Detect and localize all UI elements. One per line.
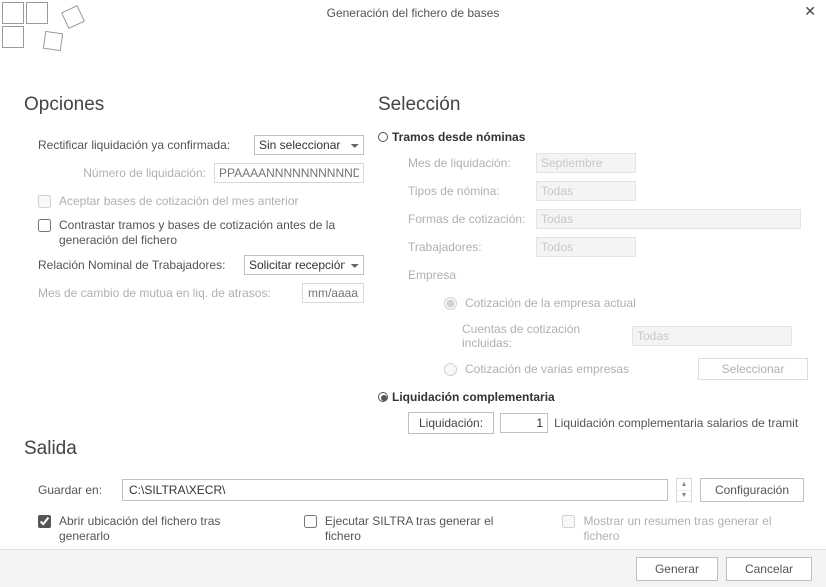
guardar-en-input[interactable]: C:\SILTRA\XECR\ [122, 479, 668, 501]
aceptar-bases-checkbox: Aceptar bases de cotización del mes ante… [38, 194, 298, 209]
rectificar-label: Rectificar liquidación ya confirmada: [38, 138, 230, 152]
liquidacion-num-input[interactable] [500, 413, 548, 433]
abrir-ubicacion-checkbox[interactable]: Abrir ubicación del fichero tras generar… [38, 514, 268, 544]
formas-cot-label: Formas de cotización: [408, 212, 536, 226]
liquidacion-desc: Liquidación complementaria salarios de t… [554, 416, 798, 430]
tipos-nomina-label: Tipos de nómina: [408, 184, 536, 198]
formas-cot-select: Todas [536, 209, 801, 229]
cot-empresa-actual-radio: Cotización de la empresa actual [444, 296, 636, 310]
liquidacion-button[interactable]: Liquidación: [408, 412, 494, 434]
path-spinner: ▲ ▼ [676, 478, 692, 502]
generar-button[interactable]: Generar [636, 557, 718, 581]
mes-mutua-input [302, 283, 364, 303]
trabajadores-select: Todos [536, 237, 636, 257]
mes-mutua-label: Mes de cambio de mutua en liq. de atraso… [38, 286, 271, 300]
cancelar-button[interactable]: Cancelar [726, 557, 812, 581]
liquidacion-complementaria-radio[interactable]: Liquidación complementaria [378, 390, 808, 404]
mes-liq-label: Mes de liquidación: [408, 156, 536, 170]
rnt-select[interactable]: Solicitar recepción [244, 255, 364, 275]
dialog-footer: Generar Cancelar [0, 549, 826, 587]
mes-liq-select: Septiembre [536, 153, 636, 173]
salida-heading: Salida [24, 438, 804, 460]
cuentas-cot-label: Cuentas de cotización incluidas: [462, 322, 632, 350]
opciones-heading: Opciones [24, 94, 364, 116]
numero-liquidacion-label: Número de liquidación: [83, 166, 206, 180]
configuracion-button[interactable]: Configuración [700, 478, 804, 502]
trabajadores-label: Trabajadores: [408, 240, 536, 254]
seleccionar-button: Seleccionar [698, 358, 808, 380]
numero-liquidacion-input [214, 163, 364, 183]
contrastar-tramos-checkbox[interactable]: Contrastar tramos y bases de cotización … [38, 218, 364, 248]
chevron-up-icon: ▲ [677, 479, 691, 491]
seleccion-heading: Selección [378, 94, 808, 116]
rnt-label: Relación Nominal de Trabajadores: [38, 258, 225, 272]
ejecutar-siltra-checkbox[interactable]: Ejecutar SILTRA tras generar el fichero [304, 514, 527, 544]
cuentas-cot-select: Todas [632, 326, 792, 346]
window-title: Generación del fichero de bases [0, 6, 826, 20]
rectificar-select[interactable]: Sin seleccionar [254, 135, 364, 155]
empresa-label: Empresa [408, 268, 536, 282]
guardar-en-label: Guardar en: [38, 483, 114, 497]
close-icon[interactable]: ✕ [804, 4, 816, 18]
mostrar-resumen-checkbox: Mostrar un resumen tras generar el fiche… [562, 514, 804, 544]
tramos-desde-nominas-radio[interactable]: Tramos desde nóminas [378, 130, 808, 144]
chevron-down-icon: ▼ [677, 491, 691, 502]
cot-varias-empresas-radio: Cotización de varias empresas [444, 362, 629, 376]
tipos-nomina-select: Todas [536, 181, 636, 201]
